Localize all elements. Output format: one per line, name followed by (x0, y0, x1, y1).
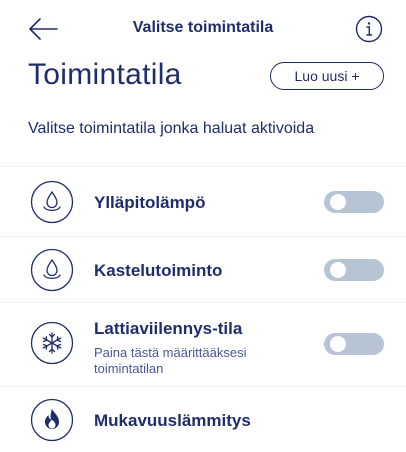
snowflake-icon (30, 321, 74, 365)
mode-row-kastelutoiminto[interactable]: Kastelutoiminto (0, 236, 406, 302)
mode-toggle[interactable] (324, 259, 384, 281)
mode-name: Ylläpitolämpö (94, 193, 206, 212)
page-subtitle: Valitse toimintatila jonka haluat aktivo… (28, 120, 315, 137)
water-drop-icon (30, 248, 74, 292)
mode-row-lattiaviilennys[interactable]: Lattiaviilennys-tila Paina tästä määritt… (0, 302, 406, 386)
info-button[interactable] (355, 15, 383, 43)
water-drop-icon (30, 180, 74, 224)
create-new-button[interactable]: Luo uusi + (270, 62, 384, 90)
mode-name: Lattiaviilennys-tila (94, 319, 243, 338)
mode-row-mukavuuslammitys[interactable]: Mukavuuslämmitys (0, 386, 406, 452)
header-title: Valitse toimintatila (132, 19, 274, 36)
mode-row-yllapitolampo[interactable]: Ylläpitolämpö (0, 166, 406, 236)
page-title: Toimintatila (28, 58, 182, 91)
toggle-knob (330, 336, 346, 352)
mode-name: Kastelutoiminto (94, 261, 223, 280)
top-bar: Valitse toimintatila (0, 0, 406, 60)
toggle-knob (330, 262, 346, 278)
mode-toggle[interactable] (324, 191, 384, 213)
mode-name: Mukavuuslämmitys (94, 411, 251, 430)
mode-description: Paina tästä määrittääksesi toimintatilan (94, 345, 247, 376)
toggle-knob (330, 194, 346, 210)
info-icon (355, 15, 383, 43)
mode-toggle[interactable] (324, 333, 384, 355)
flame-icon (30, 398, 74, 442)
